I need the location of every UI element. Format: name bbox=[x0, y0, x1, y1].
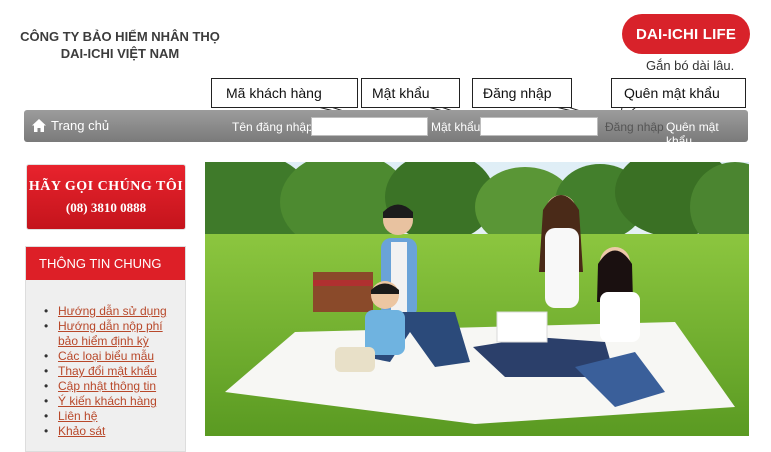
list-item: Khảo sát bbox=[44, 424, 185, 439]
password-label: Mật khẩu bbox=[431, 120, 481, 134]
link-customer-feedback[interactable]: Ý kiến khách hàng bbox=[58, 394, 157, 408]
company-name: CÔNG TY BẢO HIỂM NHÂN THỌ DAI-ICHI VIỆT … bbox=[20, 28, 220, 62]
top-navbar: Trang chủ Tên đăng nhập Mật khẩu Đăng nh… bbox=[24, 110, 748, 148]
link-change-password[interactable]: Thay đổi mật khẩu bbox=[58, 364, 157, 378]
list-item: Liên hệ bbox=[44, 409, 185, 424]
link-contact[interactable]: Liên hệ bbox=[58, 409, 97, 423]
password-input[interactable] bbox=[480, 117, 598, 136]
home-link[interactable]: Trang chủ bbox=[32, 118, 109, 133]
link-user-guide[interactable]: Hướng dẫn sử dụng bbox=[58, 304, 167, 318]
callout-login: Đăng nhập bbox=[472, 78, 572, 108]
username-input[interactable] bbox=[311, 117, 428, 136]
link-survey[interactable]: Khảo sát bbox=[58, 424, 105, 438]
list-item: Hướng dẫn sử dụng bbox=[44, 304, 185, 319]
list-item: Hướng dẫn nộp phí bảo hiểm định kỳ bbox=[44, 319, 185, 349]
forgot-password-link[interactable]: Quên mật khẩu bbox=[666, 120, 748, 148]
list-item: Ý kiến khách hàng bbox=[44, 394, 185, 409]
list-item: Cập nhật thông tin bbox=[44, 379, 185, 394]
link-update-info[interactable]: Cập nhật thông tin bbox=[58, 379, 156, 393]
company-name-line1: CÔNG TY BẢO HIỂM NHÂN THỌ bbox=[20, 29, 220, 44]
call-us-phone: (08) 3810 0888 bbox=[65, 200, 147, 215]
dai-ichi-logo[interactable]: DAI-ICHI LIFE bbox=[622, 14, 750, 54]
general-info-panel: THÔNG TIN CHUNG Hướng dẫn sử dụng Hướng … bbox=[25, 246, 186, 452]
username-label: Tên đăng nhập bbox=[232, 120, 313, 134]
general-info-heading: THÔNG TIN CHUNG bbox=[26, 247, 185, 280]
family-picnic-photo bbox=[205, 162, 749, 436]
logo-text: DAI-ICHI LIFE bbox=[635, 25, 737, 43]
home-icon bbox=[32, 119, 46, 132]
login-button[interactable]: Đăng nhập bbox=[605, 120, 664, 134]
home-label: Trang chủ bbox=[51, 118, 110, 133]
list-item: Thay đổi mật khẩu bbox=[44, 364, 185, 379]
link-premium-payment-guide[interactable]: Hướng dẫn nộp phí bảo hiểm định kỳ bbox=[58, 319, 163, 348]
call-us-box[interactable]: HÃY GỌI CHÚNG TÔI (08) 3810 0888 bbox=[26, 164, 186, 230]
callout-customer-id: Mã khách hàng bbox=[211, 78, 358, 108]
link-forms[interactable]: Các loại biểu mẫu bbox=[58, 349, 154, 363]
list-item: Các loại biểu mẫu bbox=[44, 349, 185, 364]
callout-password: Mật khẩu bbox=[361, 78, 460, 108]
call-us-title: HÃY GỌI CHÚNG TÔI bbox=[28, 179, 184, 194]
hero-illustration bbox=[205, 162, 749, 436]
company-name-line2: DAI-ICHI VIỆT NAM bbox=[60, 46, 180, 61]
slogan: Gắn bó dài lâu. bbox=[646, 58, 735, 73]
callout-forgot-password: Quên mật khẩu bbox=[611, 78, 746, 108]
general-info-list: Hướng dẫn sử dụng Hướng dẫn nộp phí bảo … bbox=[44, 304, 185, 439]
